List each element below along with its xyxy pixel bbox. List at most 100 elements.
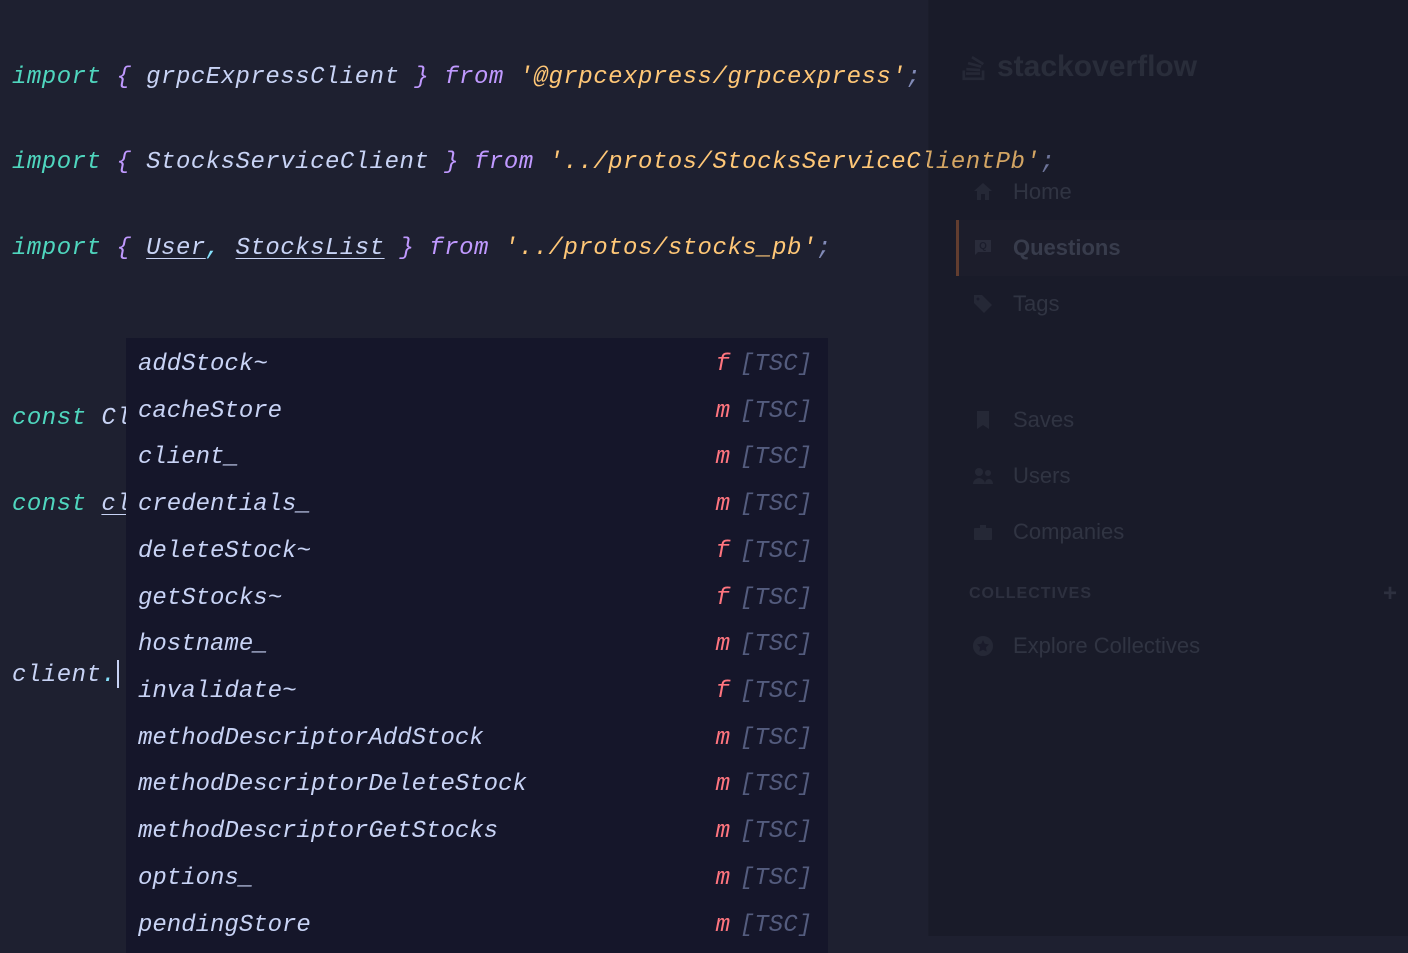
autocomplete-kind: m <box>712 437 730 480</box>
import-name: StocksServiceClient <box>146 149 429 176</box>
sidebar-item-label: Questions <box>1013 235 1121 261</box>
brace-close: } <box>429 149 474 176</box>
autocomplete-name: methodDescriptorGetStocks <box>138 811 712 854</box>
import-path: '@grpcexpress/grpcexpress' <box>519 64 906 91</box>
autocomplete-kind: m <box>712 624 730 667</box>
import-keyword: import <box>12 235 101 262</box>
sidebar-item-label: Saves <box>1013 407 1074 433</box>
sidebar-item-label: Tags <box>1013 291 1059 317</box>
import-name: StocksList <box>236 235 385 262</box>
autocomplete-source: [TSC] <box>740 718 812 761</box>
autocomplete-name: methodDescriptorDeleteStock <box>138 764 712 807</box>
autocomplete-popup[interactable]: addStock~f[TSC]cacheStorem[TSC]client_m[… <box>126 338 828 953</box>
stackoverflow-logo[interactable]: stackoverflow <box>959 50 1408 84</box>
sidebar-item-label: Companies <box>1013 519 1124 545</box>
autocomplete-item[interactable]: methodDescriptorDeleteStockm[TSC] <box>126 762 828 809</box>
brace-open: { <box>101 149 146 176</box>
autocomplete-source: [TSC] <box>740 391 812 434</box>
autocomplete-kind: m <box>712 858 730 901</box>
cursor <box>117 660 119 688</box>
autocomplete-name: invalidate~ <box>138 671 712 714</box>
autocomplete-item[interactable]: hostname_m[TSC] <box>126 622 828 669</box>
home-icon <box>969 178 997 206</box>
autocomplete-item[interactable]: methodDescriptorAddStockm[TSC] <box>126 716 828 763</box>
brace-open: { <box>101 64 146 91</box>
autocomplete-kind: m <box>712 905 730 948</box>
sidebar-item-tags[interactable]: Tags <box>959 276 1408 332</box>
autocomplete-source: [TSC] <box>740 484 812 527</box>
tag-icon <box>969 290 997 318</box>
autocomplete-kind: f <box>712 578 730 621</box>
users-icon <box>969 462 997 490</box>
import-keyword: import <box>12 64 101 91</box>
autocomplete-source: [TSC] <box>740 905 812 948</box>
brace-open: { <box>101 235 146 262</box>
sidebar-item-users[interactable]: Users <box>959 448 1408 504</box>
autocomplete-source: [TSC] <box>740 578 812 621</box>
autocomplete-item[interactable]: credentials_m[TSC] <box>126 482 828 529</box>
autocomplete-name: cacheStore <box>138 391 712 434</box>
const-keyword: const <box>12 491 87 518</box>
autocomplete-source: [TSC] <box>740 671 812 714</box>
autocomplete-name: client_ <box>138 437 712 480</box>
autocomplete-source: [TSC] <box>740 811 812 854</box>
sidebar: stackoverflow Home Q Questions Tags Save… <box>928 0 1408 936</box>
autocomplete-item[interactable]: invalidate~f[TSC] <box>126 669 828 716</box>
sidebar-item-explore-collectives[interactable]: Explore Collectives <box>959 618 1408 674</box>
autocomplete-name: hostname_ <box>138 624 712 667</box>
autocomplete-kind: m <box>712 764 730 807</box>
bookmark-icon <box>969 406 997 434</box>
autocomplete-kind: m <box>712 484 730 527</box>
autocomplete-item[interactable]: options_m[TSC] <box>126 856 828 903</box>
const-keyword: const <box>12 405 87 432</box>
questions-icon: Q <box>969 234 997 262</box>
star-badge-icon <box>969 632 997 660</box>
sidebar-item-label: Users <box>1013 463 1070 489</box>
sidebar-item-home[interactable]: Home <box>959 164 1408 220</box>
autocomplete-item[interactable]: addStock~f[TSC] <box>126 342 828 389</box>
autocomplete-name: getStocks~ <box>138 578 712 621</box>
autocomplete-name: addStock~ <box>138 344 712 387</box>
briefcase-icon <box>969 518 997 546</box>
autocomplete-item[interactable]: cacheStorem[TSC] <box>126 389 828 436</box>
autocomplete-source: [TSC] <box>740 858 812 901</box>
autocomplete-item[interactable]: getStocks~f[TSC] <box>126 576 828 623</box>
autocomplete-source: [TSC] <box>740 764 812 807</box>
from-keyword: from <box>429 235 489 262</box>
plus-icon[interactable]: + <box>1383 580 1398 608</box>
autocomplete-name: deleteStock~ <box>138 531 712 574</box>
object-name: client <box>12 662 101 689</box>
brace-close: } <box>399 64 444 91</box>
autocomplete-source: [TSC] <box>740 344 812 387</box>
autocomplete-item[interactable]: methodDescriptorGetStocksm[TSC] <box>126 809 828 856</box>
semicolon: ; <box>906 64 921 91</box>
sidebar-item-label: Home <box>1013 179 1072 205</box>
heading-text: COLLECTIVES <box>969 585 1092 603</box>
import-keyword: import <box>12 149 101 176</box>
autocomplete-kind: m <box>712 718 730 761</box>
collectives-heading: COLLECTIVES + <box>959 560 1408 618</box>
autocomplete-item[interactable]: pendingStorem[TSC] <box>126 903 828 950</box>
import-name: grpcExpressClient <box>146 64 399 91</box>
autocomplete-kind: m <box>712 391 730 434</box>
autocomplete-source: [TSC] <box>740 437 812 480</box>
comma: , <box>206 235 236 262</box>
logo-text: stackoverflow <box>997 50 1197 84</box>
autocomplete-kind: m <box>712 811 730 854</box>
svg-text:Q: Q <box>979 241 987 252</box>
dot: . <box>101 662 116 689</box>
autocomplete-source: [TSC] <box>740 624 812 667</box>
autocomplete-kind: f <box>712 671 730 714</box>
sidebar-item-companies[interactable]: Companies <box>959 504 1408 560</box>
autocomplete-kind: f <box>712 344 730 387</box>
autocomplete-name: credentials_ <box>138 484 712 527</box>
import-name: User <box>146 235 206 262</box>
autocomplete-item[interactable]: client_m[TSC] <box>126 435 828 482</box>
sidebar-item-saves[interactable]: Saves <box>959 392 1408 448</box>
autocomplete-name: options_ <box>138 858 712 901</box>
sidebar-item-questions[interactable]: Q Questions <box>956 220 1408 276</box>
autocomplete-name: methodDescriptorAddStock <box>138 718 712 761</box>
sidebar-item-label: Explore Collectives <box>1013 633 1200 659</box>
autocomplete-item[interactable]: deleteStock~f[TSC] <box>126 529 828 576</box>
from-keyword: from <box>474 149 534 176</box>
